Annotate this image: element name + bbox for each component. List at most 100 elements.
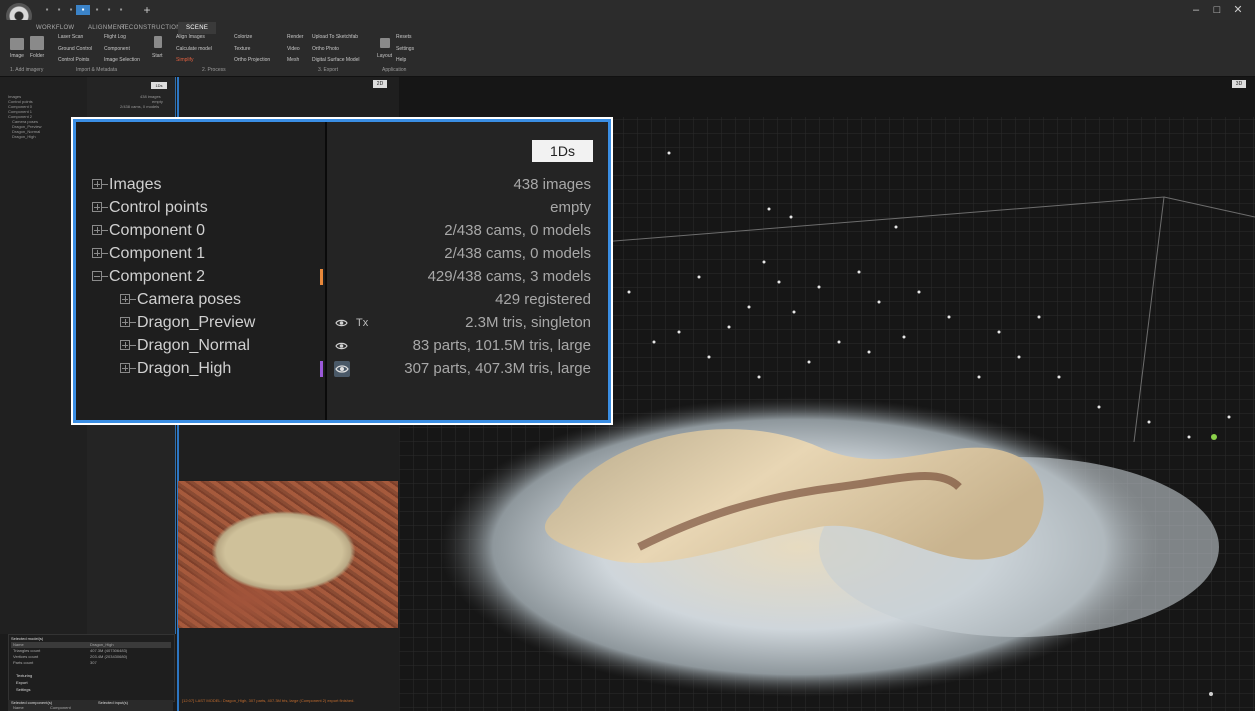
tree-row-control-points[interactable]: Control points empty xyxy=(76,197,606,220)
component-button[interactable]: Component xyxy=(104,46,130,53)
mesh-button[interactable]: Mesh xyxy=(287,57,299,64)
start-button[interactable]: Start xyxy=(152,53,163,60)
title-bar xyxy=(0,0,1255,20)
tree-label: Component 2 xyxy=(109,268,206,285)
start-icon[interactable] xyxy=(154,36,162,48)
layout-button[interactable]: Layout xyxy=(377,53,392,60)
tree-label: Camera poses xyxy=(137,291,242,308)
expand-icon[interactable] xyxy=(92,202,102,212)
texture-indicator-icon: Tx xyxy=(356,317,369,329)
tree-value: 438 images xyxy=(513,176,591,193)
tree-value: empty xyxy=(550,199,591,216)
layout-icon[interactable] xyxy=(380,38,390,48)
group-label: Application xyxy=(382,67,407,73)
render-button[interactable]: Render xyxy=(287,34,303,41)
laser-scan-button[interactable]: Laser Scan xyxy=(58,34,83,41)
image-thumbnail[interactable] xyxy=(178,481,398,628)
eye-icon[interactable] xyxy=(335,317,348,329)
zoomed-tree-callout: 1Ds Images 438 images Control points emp… xyxy=(73,119,611,423)
console-log: [12:07] LAST MODEL: Dragon_High, 307 par… xyxy=(182,698,355,703)
image-selection-button[interactable]: Image Selection xyxy=(104,57,140,64)
image-button[interactable]: Image xyxy=(10,53,24,60)
tree-row-component-2[interactable]: Component 2 429/438 cams, 3 models xyxy=(76,266,606,289)
folder-icon[interactable] xyxy=(30,36,44,50)
axis-gizmo xyxy=(1209,692,1213,696)
view-toggle-3d[interactable]: 3D xyxy=(1232,80,1246,88)
tree-item[interactable]: Dragon_High xyxy=(12,134,36,139)
quick-access-icon[interactable]: ▪ xyxy=(76,5,90,15)
tab-selected-inputs[interactable]: Selected input(s) xyxy=(98,700,128,706)
collapse-icon[interactable] xyxy=(92,271,102,281)
tree-value: 429 registered xyxy=(495,291,591,308)
tree-row-camera-poses[interactable]: Camera poses 429 registered xyxy=(76,289,606,312)
close-icon[interactable]: ✕ xyxy=(1228,3,1248,17)
control-points-button[interactable]: Control Points xyxy=(58,57,89,64)
display-mode-button[interactable]: 1Ds xyxy=(532,140,593,162)
expand-icon[interactable] xyxy=(120,317,130,327)
align-images-button[interactable]: Align Images xyxy=(176,34,205,41)
group-label: 3. Export xyxy=(318,67,339,73)
expand-icon[interactable] xyxy=(92,225,102,235)
tree-value: 307 parts, 407.3M tris, large xyxy=(404,360,591,377)
digital-surface-model-button[interactable]: Digital Surface Model xyxy=(312,57,360,64)
new-tab-icon[interactable]: + xyxy=(141,4,153,16)
tree-value: 2/438 cams, 0 models xyxy=(444,222,591,239)
help-button[interactable]: Help xyxy=(396,57,406,64)
tab-scene[interactable]: SCENE xyxy=(178,22,217,34)
image-icon[interactable] xyxy=(10,38,24,50)
tree-label: Control points xyxy=(109,199,208,216)
tree-row-dragon-normal[interactable]: Dragon_Normal 83 parts, 101.5M tris, lar… xyxy=(76,335,606,358)
settings-button[interactable]: Settings xyxy=(396,46,414,53)
tree-row-dragon-high[interactable]: Dragon_High 307 parts, 407.3M tris, larg… xyxy=(76,358,606,381)
upload-sketchfab-button[interactable]: Upload To Sketchfab xyxy=(312,34,358,41)
video-button[interactable]: Video xyxy=(287,46,300,53)
calculate-model-button[interactable]: Calculate model xyxy=(176,46,212,53)
tree-value: 429/438 cams, 3 models xyxy=(427,268,591,285)
colorize-button[interactable]: Colorize xyxy=(234,34,252,41)
tree-value: 2/438 cams, 0 models xyxy=(120,104,160,109)
expand-icon[interactable] xyxy=(92,248,102,258)
eye-icon[interactable] xyxy=(335,340,348,352)
component-marker xyxy=(320,269,323,285)
maximize-icon[interactable]: □ xyxy=(1207,3,1227,17)
property-name: Parts count xyxy=(13,660,34,665)
tree-label: Component 0 xyxy=(109,222,206,239)
resets-button[interactable]: Resets xyxy=(396,34,412,41)
ground-control-button[interactable]: Ground Control xyxy=(58,46,92,53)
group-label: 1. Add imagery xyxy=(10,67,44,73)
tree-value: 2/438 cams, 0 models xyxy=(444,245,591,262)
display-mode-button[interactable]: 1Ds xyxy=(151,82,167,89)
tree-row-component-0[interactable]: Component 0 2/438 cams, 0 models xyxy=(76,220,606,243)
expand-icon[interactable] xyxy=(120,340,130,350)
selected-marker xyxy=(320,361,323,377)
tree-value: 83 parts, 101.5M tris, large xyxy=(412,337,591,354)
tree-row-images[interactable]: Images 438 images xyxy=(76,174,606,197)
folder-button[interactable]: Folder xyxy=(30,53,44,60)
flight-log-button[interactable]: Flight Log xyxy=(104,34,126,41)
ortho-projection-button[interactable]: Ortho Projection xyxy=(234,57,270,64)
group-label: 2. Process xyxy=(202,67,226,73)
view-toggle-2d[interactable]: 2D xyxy=(373,80,387,88)
tree-label: Component 1 xyxy=(109,245,206,262)
tab-workflow[interactable]: WORKFLOW xyxy=(28,22,82,34)
quick-access-icon[interactable]: ▪ xyxy=(114,5,128,15)
selected-camera xyxy=(1211,434,1217,440)
expand-icon[interactable] xyxy=(92,179,102,189)
bottom-row-value: Component xyxy=(50,705,71,710)
expand-icon[interactable] xyxy=(120,363,130,373)
eye-icon[interactable] xyxy=(334,361,350,377)
group-label: Import & Metadata xyxy=(76,67,118,73)
tree-label: Dragon_Preview xyxy=(137,314,256,331)
section-texturing[interactable]: Texturing xyxy=(16,673,32,679)
ortho-photo-button[interactable]: Ortho Photo xyxy=(312,46,339,53)
tree-row-component-1[interactable]: Component 1 2/438 cams, 0 models xyxy=(76,243,606,266)
tree-row-dragon-preview[interactable]: Dragon_Preview Tx 2.3M tris, singleton xyxy=(76,312,606,335)
section-export[interactable]: Export xyxy=(16,680,28,686)
minimize-icon[interactable]: – xyxy=(1186,3,1206,17)
simplify-button[interactable]: Simplify xyxy=(176,57,194,64)
tree-value: 2.3M tris, singleton xyxy=(465,314,591,331)
section-settings[interactable]: Settings xyxy=(16,687,30,693)
bottom-row-name: Name xyxy=(13,705,24,710)
expand-icon[interactable] xyxy=(120,294,130,304)
texture-button[interactable]: Texture xyxy=(234,46,250,53)
